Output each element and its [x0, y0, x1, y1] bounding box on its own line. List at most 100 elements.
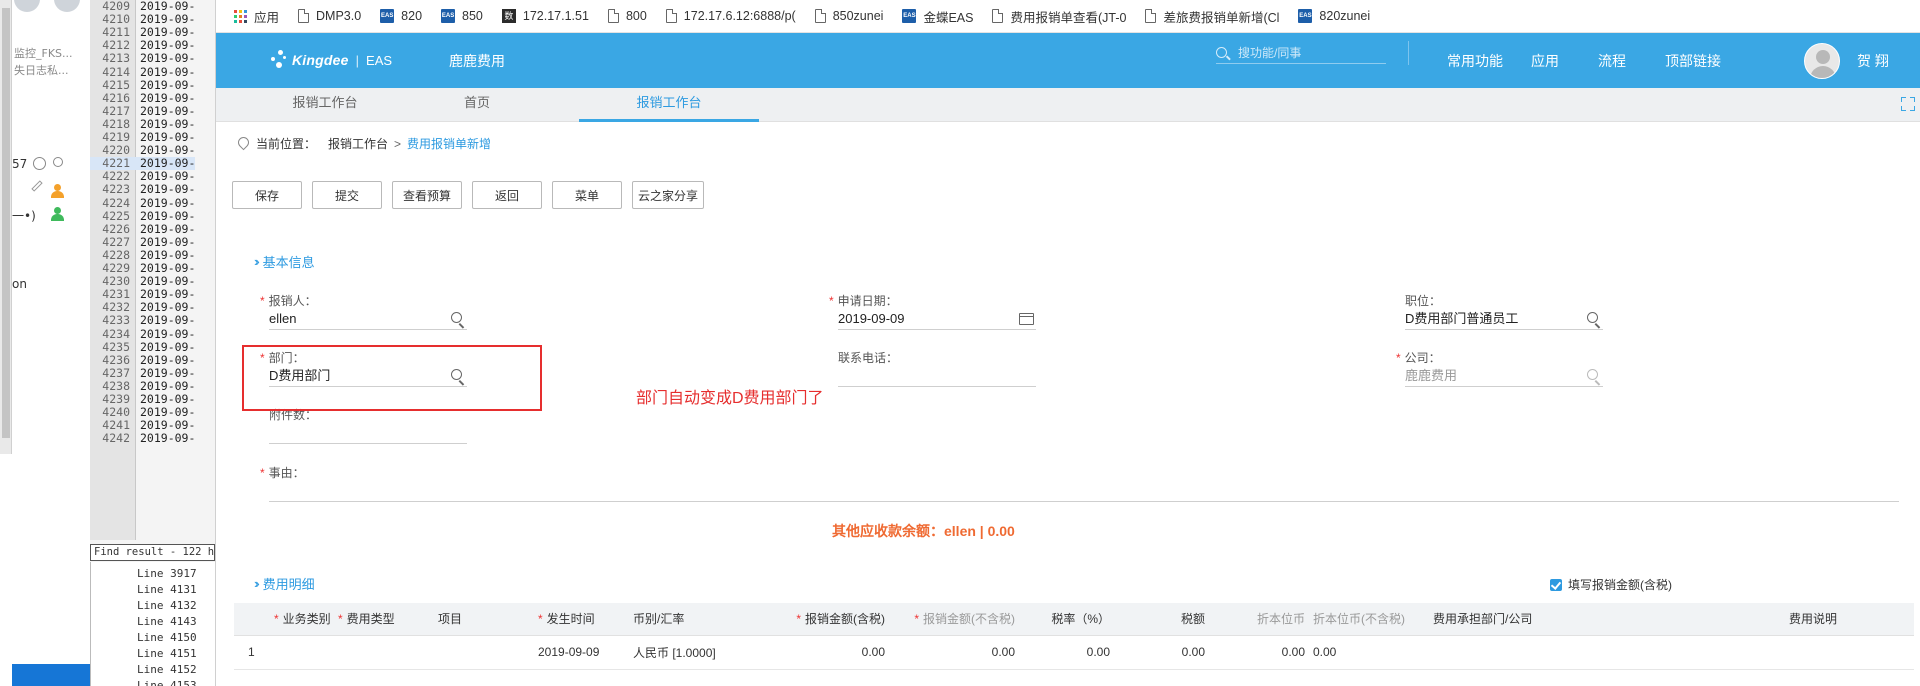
bookmark-item[interactable]: DMP3.0 [298, 9, 361, 23]
apply-date-field[interactable]: * 申请日期： 2019-09-09 [829, 292, 1036, 332]
applicant-input[interactable]: ellen [269, 308, 467, 330]
bookmark-item[interactable]: 数 172.17.1.51 [501, 9, 589, 23]
chat-snippet[interactable]: 失日志私... [14, 62, 69, 78]
editor-line[interactable]: 4218 2019-09- [90, 117, 195, 131]
attachments-input[interactable] [269, 422, 467, 444]
section-expense-detail[interactable]: ›› 费用明细 [254, 574, 315, 593]
column-header[interactable]: * 报销金额(不含税) [889, 603, 1019, 636]
bookmark-item[interactable]: 172.17.6.12:6888/p( [665, 9, 796, 23]
column-header[interactable]: 税额 [1114, 603, 1209, 636]
nav-common-functions[interactable]: 常用功能 [1447, 51, 1503, 71]
user-avatar[interactable] [1804, 43, 1840, 79]
editor-line[interactable]: 4236 2019-09- [90, 353, 195, 367]
avatar-circle[interactable] [54, 0, 80, 12]
find-result-item[interactable]: Line 4153 [137, 678, 197, 686]
table-cell[interactable]: 2019-09-09 [534, 635, 629, 670]
checkbox-checked-icon[interactable] [1550, 578, 1562, 591]
editor-line[interactable]: 4211 2019-09- [90, 26, 195, 39]
editor-line[interactable]: 4210 2019-09- [90, 13, 195, 26]
editor-line[interactable]: 4222 2019-09- [90, 170, 195, 183]
editor-line[interactable]: 4219 2019-09- [90, 131, 195, 144]
editor-line[interactable]: 4242 2019-09- [90, 432, 195, 445]
column-header[interactable]: * 发生时间 [534, 603, 629, 636]
view-budget-button[interactable]: 查看预算 [392, 181, 462, 209]
menu-button[interactable]: 菜单 [552, 181, 622, 209]
find-result-item[interactable]: Line 4152 [137, 662, 197, 678]
find-result-item[interactable]: Line 4151 [137, 646, 197, 662]
attachments-field[interactable]: 附件数： [260, 406, 467, 446]
editor-line[interactable]: 4224 2019-09- [90, 196, 195, 210]
user-green-icon[interactable] [50, 207, 64, 221]
bookmark-item[interactable]: 费用报销单查看(JT-0 [992, 7, 1126, 26]
column-header[interactable]: 折本位币 [1209, 603, 1309, 636]
tab-home[interactable]: 首页 [402, 88, 552, 122]
editor-line[interactable]: 4232 2019-09- [90, 301, 195, 314]
calendar-icon[interactable] [1019, 313, 1034, 325]
editor-line[interactable]: 4233 2019-09- [90, 314, 195, 327]
search-icon[interactable] [1587, 312, 1601, 329]
find-result-item[interactable]: Line 3917 [137, 566, 197, 582]
table-cell[interactable]: 0.00 [1209, 635, 1309, 670]
search-icon[interactable] [1216, 47, 1227, 58]
editor-line[interactable]: 4235 2019-09- [90, 340, 195, 354]
column-header[interactable]: 币别/汇率 [629, 603, 759, 636]
editor-line[interactable]: 4237 2019-09- [90, 366, 195, 380]
editor-line[interactable]: 4223 2019-09- [90, 183, 195, 196]
user-name[interactable]: 贺 翔 [1857, 51, 1889, 71]
company-input[interactable]: 鹿鹿费用 [1405, 365, 1603, 387]
table-cell[interactable]: 0.00 [1114, 635, 1209, 670]
editor-line[interactable]: 4227 2019-09- [90, 235, 195, 249]
table-cell[interactable]: 0.00 [889, 635, 1019, 670]
avatar-circle[interactable] [14, 0, 40, 12]
table-cell[interactable] [1429, 635, 1629, 670]
editor-line[interactable]: 4231 2019-09- [90, 288, 195, 301]
scrollbar-thumb[interactable] [2, 8, 10, 438]
fullscreen-icon[interactable] [1901, 97, 1915, 111]
section-basic-info[interactable]: ›› 基本信息 [254, 252, 315, 271]
find-result-item[interactable]: Line 4131 [137, 582, 197, 598]
bookmark-item[interactable]: EAS 820 [380, 9, 422, 23]
save-button[interactable]: 保存 [232, 181, 302, 209]
editor-line[interactable]: 4239 2019-09- [90, 393, 195, 406]
reason-field[interactable]: * 事由： [260, 464, 1900, 504]
bookmark-item[interactable]: EAS 金蝶EAS [902, 7, 973, 26]
editor-line[interactable]: 4215 2019-09- [90, 78, 195, 92]
applicant-field[interactable]: * 报销人： ellen [260, 292, 467, 332]
column-header[interactable]: 税率（%） [1019, 603, 1114, 636]
vertical-scrollbar[interactable] [0, 0, 12, 454]
table-cell[interactable] [1629, 635, 1914, 670]
bookmark-item[interactable]: 差旅费报销单新增(Cl [1145, 7, 1279, 26]
phone-field[interactable]: 联系电话： [829, 349, 1036, 389]
kingdee-logo[interactable]: Kingdee | EAS [271, 50, 392, 70]
editor-line[interactable]: 4213 2019-09- [90, 52, 195, 65]
editor-line[interactable]: 4230 2019-09- [90, 275, 195, 288]
return-button[interactable]: 返回 [472, 181, 542, 209]
table-cell[interactable] [434, 635, 534, 670]
column-header[interactable]: * 费用类型 [334, 603, 434, 636]
company-field[interactable]: * 公司： 鹿鹿费用 [1396, 349, 1603, 389]
column-header[interactable]: 折本位币(不含税) [1309, 603, 1429, 636]
search-icon[interactable] [1587, 369, 1601, 386]
column-header[interactable]: 费用承担部门/公司 [1429, 603, 1629, 636]
editor-line[interactable]: 4216 2019-09- [90, 91, 195, 105]
editor-line[interactable]: 4209 2019-09- [90, 0, 195, 13]
find-result-item[interactable]: Line 4150 [137, 630, 197, 646]
user-orange-icon[interactable] [50, 184, 64, 198]
editor-line[interactable]: 4217 2019-09- [90, 104, 195, 118]
editor-line[interactable]: 4212 2019-09- [90, 39, 195, 52]
phone-input[interactable] [838, 365, 1036, 387]
edit-icon[interactable] [31, 180, 43, 192]
chat-snippet[interactable]: 监控_FKS... [14, 45, 73, 61]
app-name[interactable]: 鹿鹿费用 [449, 51, 505, 71]
nav-apps[interactable]: 应用 [1531, 51, 1559, 71]
bookmark-item[interactable]: 应用 [234, 7, 279, 26]
bookmark-item[interactable]: EAS 820zunei [1298, 9, 1370, 23]
fill-amount-checkbox[interactable]: 填写报销金额(含税) [1550, 576, 1672, 593]
position-input[interactable]: D费用部门普通员工 [1405, 308, 1603, 330]
search-icon[interactable] [451, 312, 465, 329]
editor-line[interactable]: 4220 2019-09- [90, 144, 195, 157]
editor-line[interactable]: 4226 2019-09- [90, 222, 195, 236]
column-header[interactable]: 费用说明 [1629, 603, 1914, 636]
bookmark-item[interactable]: 850zunei [814, 9, 883, 23]
submit-button[interactable]: 提交 [312, 181, 382, 209]
